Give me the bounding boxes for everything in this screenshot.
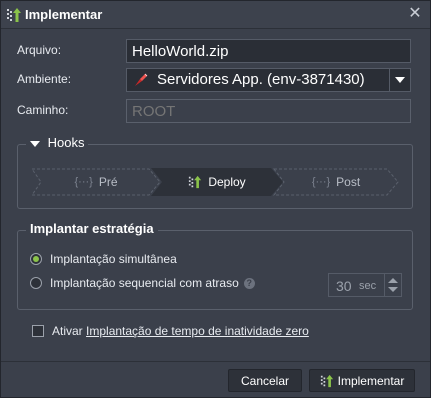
zero-downtime-label: Ativar Implantação de tempo de inativida… bbox=[52, 324, 309, 338]
archive-field-wrap bbox=[126, 39, 411, 63]
radio-simultaneous-control[interactable] bbox=[30, 253, 42, 265]
deploy-icon bbox=[189, 175, 202, 189]
stepper-buttons bbox=[384, 274, 401, 296]
radio-sequential[interactable]: Implantação sequencial com atraso ? bbox=[30, 276, 255, 290]
hook-deploy-label: Deploy bbox=[208, 175, 246, 189]
radio-simultaneous-label: Implantação simultânea bbox=[50, 252, 177, 266]
radio-sequential-control[interactable] bbox=[30, 277, 42, 289]
path-label: Caminho: bbox=[17, 103, 69, 117]
hook-pre-label: Pré bbox=[98, 175, 118, 189]
dialog-title: Implementar bbox=[25, 7, 103, 22]
zero-downtime-checkbox[interactable] bbox=[32, 325, 44, 337]
environment-select[interactable]: Servidores App. (env-3871430) bbox=[126, 68, 411, 92]
strategy-title: Implantar estratégia bbox=[26, 221, 158, 236]
hook-post-label: Post bbox=[336, 175, 361, 189]
environment-value: Servidores App. (env-3871430) bbox=[157, 71, 365, 88]
environment-label: Ambiente: bbox=[17, 72, 72, 86]
strategy-fieldset: Implantar estratégia bbox=[17, 221, 413, 310]
radio-simultaneous[interactable]: Implantação simultânea bbox=[30, 252, 177, 266]
hooks-steps: {···} Pré Deploy {···} Post bbox=[17, 168, 399, 196]
archive-label: Arquivo: bbox=[17, 43, 62, 57]
hook-pre[interactable]: {···} Pré bbox=[31, 168, 161, 196]
deploy-icon bbox=[7, 8, 21, 22]
deploy-icon bbox=[320, 374, 333, 387]
stepper-down-icon[interactable] bbox=[388, 287, 398, 292]
hook-deploy[interactable]: Deploy bbox=[151, 168, 283, 196]
deploy-button-label: Implementar bbox=[337, 373, 405, 388]
delay-value[interactable]: 30 bbox=[336, 278, 352, 294]
close-icon[interactable]: ✕ bbox=[406, 5, 424, 23]
chevron-down-icon[interactable] bbox=[389, 69, 410, 91]
cancel-button[interactable]: Cancelar bbox=[228, 369, 302, 392]
title-bar[interactable]: Implementar ✕ bbox=[1, 1, 430, 29]
path-field-wrap bbox=[126, 99, 411, 123]
delay-unit: sec bbox=[359, 280, 377, 292]
zero-downtime-prefix: Ativar bbox=[52, 324, 83, 338]
code-icon: {···} bbox=[74, 176, 93, 188]
hook-post[interactable]: {···} Post bbox=[273, 168, 399, 196]
path-input[interactable] bbox=[127, 100, 410, 122]
environment-icon bbox=[135, 73, 148, 86]
cancel-button-label: Cancelar bbox=[240, 373, 290, 388]
zero-downtime-row: Ativar Implantação de tempo de inativida… bbox=[32, 324, 309, 338]
deploy-dialog: Implementar ✕ Arquivo: Ambiente: Servido… bbox=[0, 0, 431, 398]
deploy-button[interactable]: Implementar bbox=[309, 369, 415, 392]
zero-downtime-link[interactable]: Implantação de tempo de inatividade zero bbox=[86, 324, 309, 338]
radio-sequential-label: Implantação sequencial com atraso bbox=[50, 276, 239, 290]
triangle-down-icon bbox=[30, 140, 40, 147]
stepper-up-icon[interactable] bbox=[388, 278, 398, 283]
footer-divider bbox=[1, 361, 430, 362]
help-icon[interactable]: ? bbox=[243, 277, 255, 289]
hooks-legend[interactable]: Hooks bbox=[26, 135, 89, 150]
code-icon: {···} bbox=[311, 176, 331, 188]
delay-stepper[interactable]: 30 sec bbox=[328, 273, 402, 297]
archive-input[interactable] bbox=[127, 40, 410, 62]
hooks-title: Hooks bbox=[47, 135, 85, 150]
